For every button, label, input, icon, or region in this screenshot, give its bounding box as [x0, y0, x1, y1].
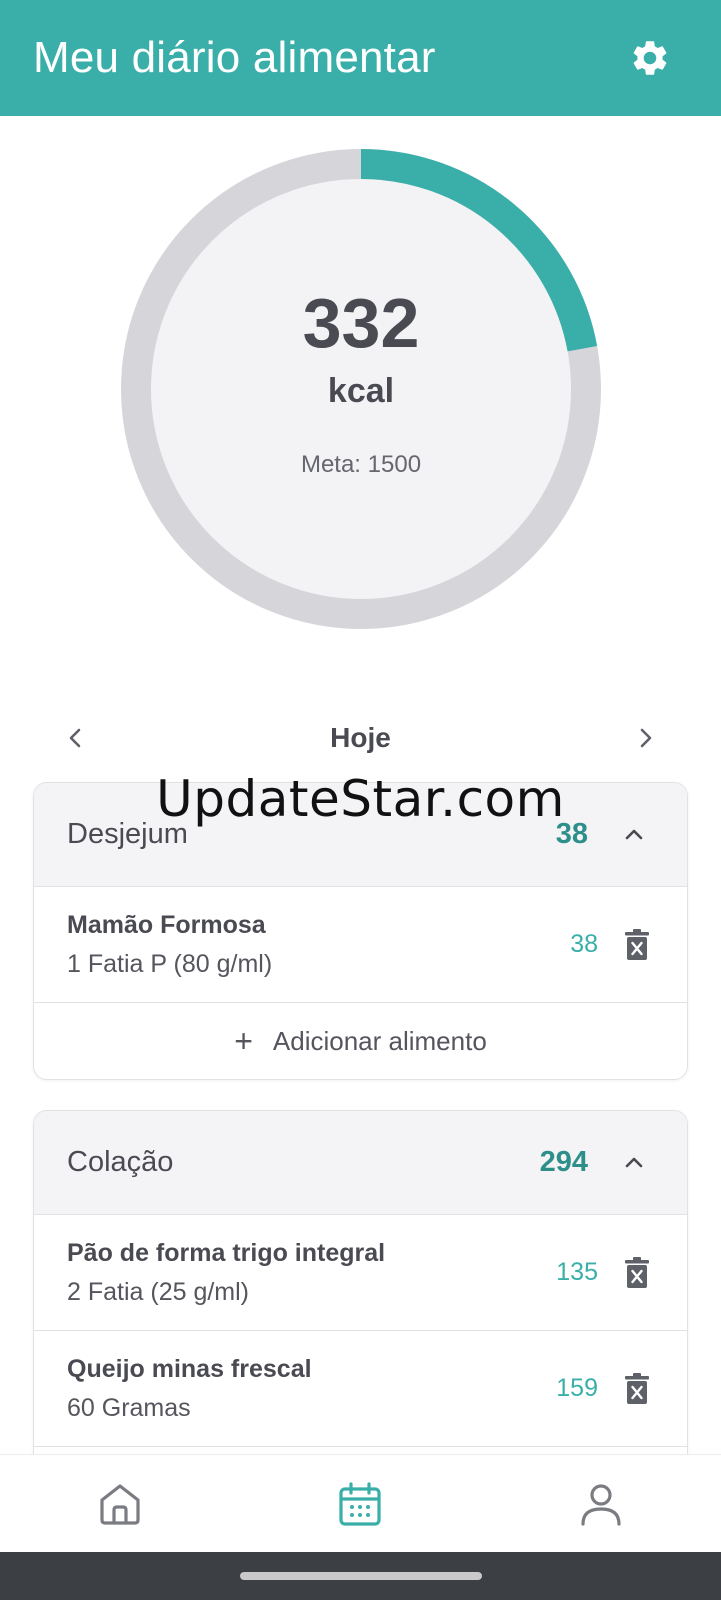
app-bar: Meu diário alimentar — [0, 0, 721, 116]
food-item[interactable]: Queijo minas frescal 60 Gramas 159 — [34, 1331, 687, 1447]
food-portion: 2 Fatia (25 g/ml) — [67, 1277, 250, 1306]
food-name: Mamão Formosa — [67, 910, 266, 939]
ring-center: 332 kcal Meta: 1500 — [120, 148, 602, 630]
current-date: Hoje — [330, 722, 391, 753]
user-icon — [581, 1483, 621, 1526]
page-title: Meu diário alimentar — [33, 33, 436, 82]
food-name: Pão de forma trigo integral — [67, 1238, 386, 1267]
calendar-icon — [339, 1481, 382, 1526]
food-kcal: 38 — [570, 930, 598, 958]
date-navigator: Hoje — [48, 710, 673, 766]
meal-name: Colação — [67, 1146, 174, 1178]
gear-icon — [633, 41, 667, 75]
trash-icon — [625, 928, 649, 960]
food-portion: 1 Fatia P (80 g/ml) — [67, 949, 273, 978]
watermark-text: UpdateStar.com — [156, 770, 565, 828]
food-portion: 60 Gramas — [67, 1393, 191, 1422]
delete-food-button[interactable] — [620, 1369, 654, 1409]
meal-header[interactable]: Colação 294 — [34, 1111, 687, 1215]
bottom-navigation — [0, 1454, 721, 1552]
delete-food-button[interactable] — [620, 925, 654, 965]
chevron-up-icon — [625, 1157, 643, 1167]
add-food-label: Adicionar alimento — [272, 1025, 487, 1056]
home-gesture-pill[interactable] — [240, 1572, 482, 1580]
food-item[interactable]: Mamão Formosa 1 Fatia P (80 g/ml) 38 — [34, 887, 687, 1003]
kcal-consumed: 332 — [302, 284, 420, 362]
chevron-left-icon — [69, 728, 81, 748]
calorie-ring: 332 kcal Meta: 1500 — [120, 148, 602, 630]
system-navigation-bar — [0, 1552, 721, 1600]
next-day-button[interactable] — [617, 710, 673, 766]
plus-icon: + — [234, 1023, 253, 1059]
chevron-right-icon — [640, 728, 652, 748]
add-food-button[interactable]: + Adicionar alimento — [34, 1003, 687, 1079]
previous-day-button[interactable] — [48, 710, 104, 766]
delete-food-button[interactable] — [620, 1253, 654, 1293]
settings-button[interactable] — [627, 35, 673, 81]
food-item[interactable]: Pão de forma trigo integral 2 Fatia (25 … — [34, 1215, 687, 1331]
trash-icon — [625, 1372, 649, 1404]
meal-card-colacao: Colação 294 Pão de forma trigo integral … — [33, 1110, 688, 1470]
home-icon — [100, 1483, 140, 1525]
kcal-goal: Meta: 1500 — [300, 451, 422, 478]
nav-home-button[interactable] — [80, 1464, 160, 1544]
collapse-button[interactable] — [614, 1143, 654, 1183]
meal-total-kcal: 294 — [539, 1146, 588, 1178]
trash-icon — [625, 1256, 649, 1288]
food-name: Queijo minas frescal — [67, 1354, 312, 1383]
food-kcal: 159 — [556, 1374, 598, 1402]
nav-diary-button[interactable] — [320, 1464, 400, 1544]
nav-profile-button[interactable] — [561, 1464, 641, 1544]
food-kcal: 135 — [556, 1258, 598, 1286]
kcal-unit: kcal — [327, 372, 395, 410]
